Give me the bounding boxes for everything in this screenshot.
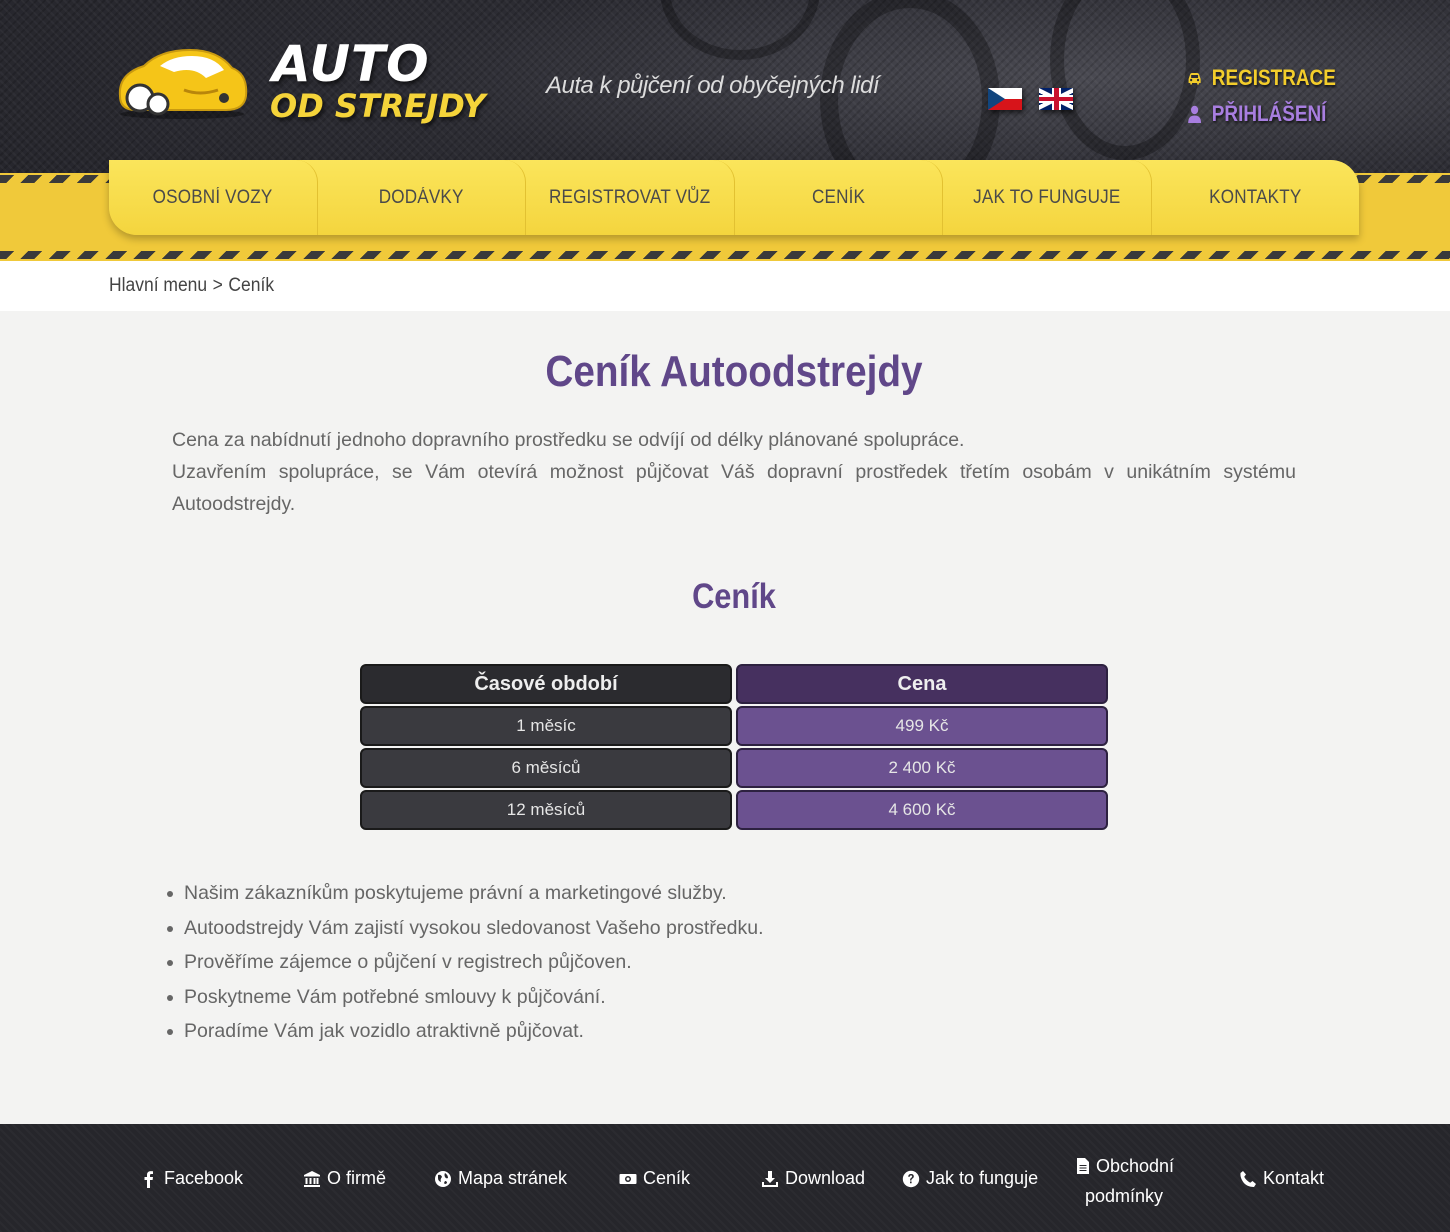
bank-icon <box>304 1170 320 1187</box>
page-title: Ceník Autoodstrejdy <box>545 347 923 396</box>
table-header-period: Časové období <box>360 664 732 704</box>
intro-paragraph: Uzavřením spolupráce, se Vám otevírá mož… <box>172 461 1296 515</box>
table-cell-period: 6 měsíců <box>360 748 732 788</box>
table-cell-price: 499 Kč <box>736 706 1108 746</box>
car-logo-icon <box>118 48 248 119</box>
table-row: 1 měsíc 499 Kč <box>360 706 1108 746</box>
nav-item-label: DODÁVKY <box>378 186 464 208</box>
list-item: Poskytneme Vám potřebné smlouvy k půjčov… <box>167 980 764 1015</box>
footer-link-label: Mapa stránek <box>458 1168 568 1188</box>
facebook-icon <box>144 1170 153 1188</box>
main-navigation: OSOBNÍ VOZY DODÁVKY REGISTROVAT VŮZ CENÍ… <box>109 160 1359 235</box>
footer-link-kontakt[interactable]: Kontakt <box>1239 1168 1324 1189</box>
footer-link-download[interactable]: Download <box>761 1168 865 1189</box>
nav-item-label: REGISTROVAT VŮZ <box>549 186 711 208</box>
money-icon <box>619 1173 637 1184</box>
download-icon <box>762 1170 778 1187</box>
globe-icon <box>435 1170 451 1187</box>
breadcrumb: Hlavní menu > Ceník <box>109 275 274 297</box>
breadcrumb-current: Ceník <box>228 275 275 296</box>
nav-item-osobni-vozy[interactable]: OSOBNÍ VOZY <box>109 160 318 235</box>
footer-link-label: Download <box>785 1168 866 1188</box>
nav-item-cenik[interactable]: CENÍK <box>735 160 943 235</box>
breadcrumb-separator: > <box>212 275 223 296</box>
breadcrumb-bar: Hlavní menu > Ceník <box>0 261 1450 311</box>
nav-item-label: JAK TO FUNGUJE <box>973 186 1121 208</box>
footer-link-obchodni-podminky[interactable]: Obchodní podmínky <box>1074 1152 1174 1210</box>
table-header-price: Cena <box>736 664 1108 704</box>
main-content: Ceník Autoodstrejdy Cena za nabídnutí je… <box>0 311 1450 1124</box>
footer-link-label: Jak to funguje <box>926 1168 1039 1188</box>
nav-item-label: OSOBNÍ VOZY <box>152 186 273 208</box>
footer-link-o-firme[interactable]: O firmě <box>303 1168 386 1189</box>
list-item: Našim zákazníkům poskytujeme právní a ma… <box>167 876 764 911</box>
question-icon <box>902 1170 920 1187</box>
footer-link-cenik[interactable]: Ceník <box>619 1168 690 1189</box>
table-row: 12 měsíců 4 600 Kč <box>360 790 1108 830</box>
register-label: REGISTRACE <box>1211 65 1336 90</box>
footer-link-jak-to-funguje[interactable]: Jak to funguje <box>902 1168 1038 1189</box>
table-row: 6 měsíců 2 400 Kč <box>360 748 1108 788</box>
site-logo[interactable]: AUTO OD STREJDY <box>110 36 500 136</box>
pricing-section-title: Ceník <box>692 577 776 616</box>
language-switcher <box>988 88 1073 110</box>
footer-link-label: Obchodní <box>1096 1156 1175 1176</box>
benefits-list: Našim zákazníkům poskytujeme právní a ma… <box>167 876 764 1049</box>
footer-link-label: Kontakt <box>1263 1168 1325 1188</box>
table-cell-price: 2 400 Kč <box>736 748 1108 788</box>
nav-item-label: CENÍK <box>811 186 865 208</box>
nav-item-kontakty[interactable]: KONTAKTY <box>1152 160 1360 235</box>
list-item: Autoodstrejdy Vám zajistí vysokou sledov… <box>167 911 764 946</box>
phone-icon <box>1240 1170 1256 1187</box>
login-link[interactable]: PŘIHLÁŠENÍ <box>1186 96 1336 132</box>
login-label: PŘIHLÁŠENÍ <box>1211 101 1327 126</box>
footer-link-label: O firmě <box>327 1168 387 1188</box>
footer-link-mapa-stranek[interactable]: Mapa stránek <box>434 1168 567 1189</box>
site-footer: Facebook O firmě Mapa stránek Ceník Down… <box>0 1124 1450 1232</box>
background-wheel <box>660 0 820 60</box>
breadcrumb-home-link[interactable]: Hlavní menu <box>109 275 207 297</box>
document-icon <box>1077 1158 1089 1174</box>
table-cell-period: 12 měsíců <box>360 790 732 830</box>
footer-link-label: Ceník <box>643 1168 691 1188</box>
logo-text-od-strejdy: OD STREJDY <box>270 87 486 125</box>
pricing-table: Časové období Cena 1 měsíc 499 Kč 6 měsí… <box>360 664 1108 832</box>
table-cell-period: 1 měsíc <box>360 706 732 746</box>
nav-item-dodavky[interactable]: DODÁVKY <box>318 160 526 235</box>
logo-text-auto: AUTO <box>272 35 430 93</box>
nav-item-jak-to-funguje[interactable]: JAK TO FUNGUJE <box>943 160 1152 235</box>
user-icon <box>1188 105 1202 123</box>
auth-links: REGISTRACE PŘIHLÁŠENÍ <box>1186 60 1360 132</box>
nav-item-label: KONTAKTY <box>1209 186 1302 208</box>
footer-link-facebook[interactable]: Facebook <box>140 1168 243 1189</box>
register-link[interactable]: REGISTRACE <box>1186 60 1336 96</box>
uk-flag-icon[interactable] <box>1039 88 1073 110</box>
nav-item-registrovat-vuz[interactable]: REGISTROVAT VŮZ <box>526 160 735 235</box>
list-item: Poradíme Vám jak vozidlo atraktivně půjč… <box>167 1014 764 1049</box>
footer-link-label-row: Obchodní <box>1074 1152 1174 1180</box>
car-icon <box>1188 73 1201 85</box>
list-item: Prověříme zájemce o půjčení v registrech… <box>167 945 764 980</box>
site-tagline: Auta k půjčení od obyčejných lidí <box>546 72 880 99</box>
intro-text: Cena za nabídnutí jednoho dopravního pro… <box>172 424 1296 520</box>
table-header-row: Časové období Cena <box>360 664 1108 704</box>
czech-flag-icon[interactable] <box>988 88 1022 110</box>
intro-paragraph: Cena za nabídnutí jednoho dopravního pro… <box>172 429 965 451</box>
table-cell-price: 4 600 Kč <box>736 790 1108 830</box>
footer-link-label: Facebook <box>164 1168 244 1188</box>
background-wheel <box>1050 0 1200 160</box>
footer-link-label: podmínky <box>1085 1186 1164 1206</box>
